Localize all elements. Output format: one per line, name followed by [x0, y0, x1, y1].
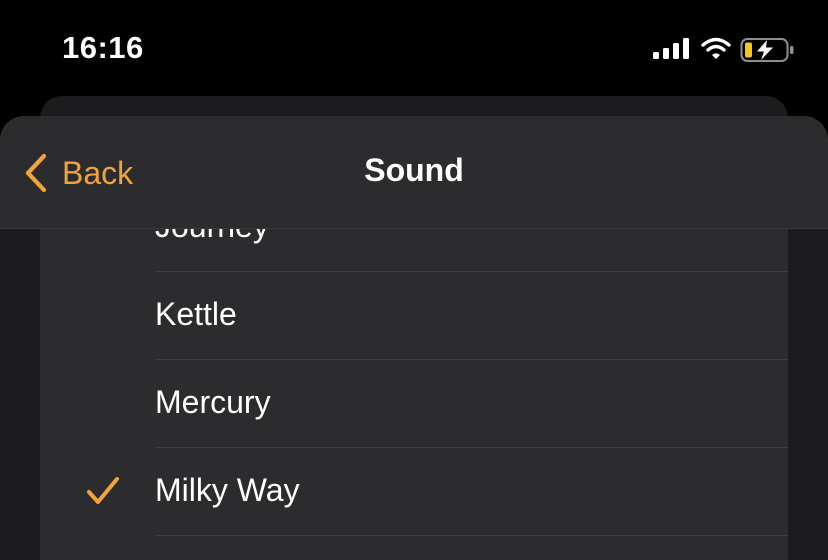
list-item[interactable]: Mercury: [40, 360, 788, 448]
sound-list: Journey Kettle Mercury Milky Way: [40, 228, 788, 560]
row-divider: [155, 535, 788, 536]
checkmark-icon: [87, 477, 119, 504]
sound-label: Kettle: [155, 296, 237, 332]
sound-label: Mercury: [155, 384, 271, 420]
status-bar: 16:16: [0, 0, 828, 96]
navigation-bar: Back Sound: [0, 116, 828, 229]
sound-label: Journey: [155, 228, 269, 245]
cellular-signal-icon: [653, 38, 689, 59]
list-item-selected[interactable]: Milky Way: [40, 448, 788, 536]
list-item[interactable]: Journey: [40, 228, 788, 272]
sound-sheet: Back Sound Journey Kettle Mercury Milky …: [0, 116, 828, 560]
list-item[interactable]: Kettle: [40, 272, 788, 360]
sound-label: Milky Way: [155, 472, 300, 508]
page-title: Sound: [364, 152, 464, 188]
status-time: 16:16: [62, 30, 144, 65]
battery-charging-icon: [740, 38, 794, 62]
wifi-icon: [701, 37, 731, 59]
